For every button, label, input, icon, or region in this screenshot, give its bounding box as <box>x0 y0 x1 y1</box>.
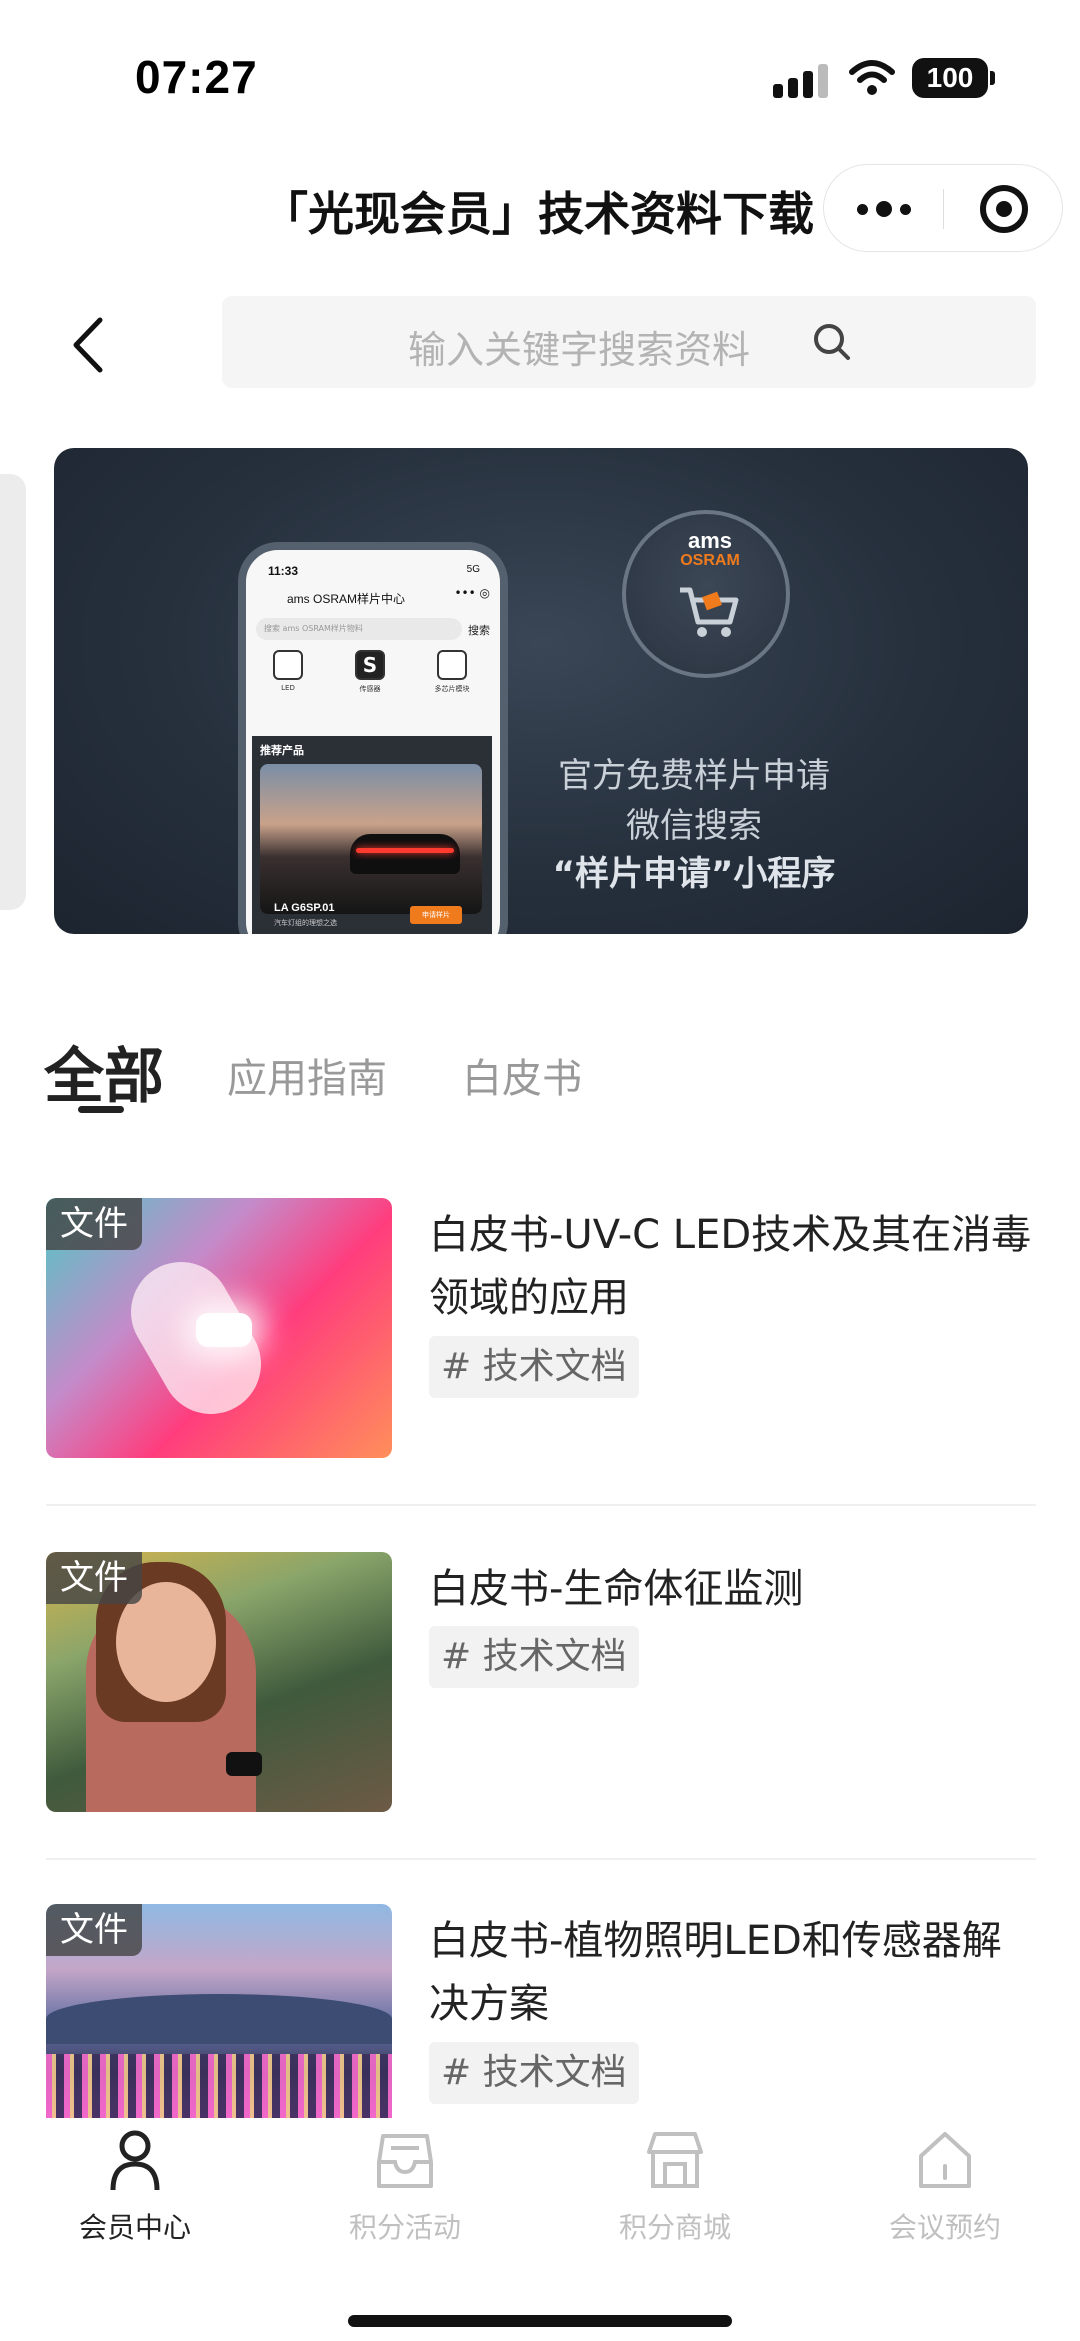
store-icon <box>647 2132 703 2188</box>
led-category: LED <box>260 650 316 694</box>
side-drawer-handle[interactable] <box>0 474 26 910</box>
mini-program-capsule <box>823 164 1063 252</box>
recommended-product-card: 推荐产品 LA G6SP.01 汽车灯组的理想之选 申请样片 <box>252 736 492 934</box>
logo-ams: ams <box>687 528 733 553</box>
item-tag: # 技术文档 <box>429 2042 639 2104</box>
sensor-label: 传感器 <box>359 685 381 693</box>
phone-capsule-icon: ••• ◎ <box>454 586 490 600</box>
category-tabs: 全部 应用指南 白皮书 <box>44 1028 1044 1128</box>
ams-osram-logo: ams OSRAM <box>622 510 790 678</box>
page-title: 「光现会员」技术资料下载 <box>262 187 814 241</box>
cellular-signal-icon <box>773 62 829 98</box>
phone-title: ams OSRAM样片中心 <box>286 592 405 606</box>
more-dot-icon <box>875 201 892 217</box>
search-input[interactable]: 输入关键字搜索资料 <box>222 296 1036 388</box>
close-mini-program-button[interactable] <box>944 165 1063 253</box>
title-bar: 「光现会员」技术资料下载 <box>0 150 1080 270</box>
status-bar: 07:27 100 <box>0 0 1080 150</box>
battery-tip <box>990 71 995 85</box>
banner-line-3: “样片申请”小程序 <box>552 854 836 894</box>
led-icon <box>273 650 303 680</box>
phone-search-button: 搜索 <box>468 624 490 637</box>
nav-points-activity[interactable]: 积分活动 <box>270 2124 540 2254</box>
phone-status: 5G <box>466 564 480 575</box>
car-image: LA G6SP.01 汽车灯组的理想之选 申请样片 <box>260 764 482 927</box>
battery-icon: 100 <box>912 58 988 98</box>
inbox-icon <box>377 2134 433 2188</box>
product-sub: 汽车灯组的理想之选 <box>274 919 337 927</box>
target-icon <box>979 185 1028 233</box>
status-time: 07:27 <box>135 51 258 103</box>
banner-line-2: 微信搜索 <box>626 806 762 846</box>
file-badge: 文件 <box>46 1198 142 1250</box>
nav-label: 积分商城 <box>618 2211 731 2244</box>
sensor-category: S 传感器 <box>342 650 398 694</box>
bottom-nav: 会员中心 积分活动 积分商城 会议预约 <box>0 2118 1080 2341</box>
list-divider <box>46 1504 1036 1506</box>
phone-mockup: 11:33 5G ams OSRAM样片中心 ••• ◎ 搜索 ams OSRA… <box>238 542 508 934</box>
led-label: LED <box>281 684 295 692</box>
apply-sample-button: 申请样片 <box>410 906 462 924</box>
uv-led-glow <box>196 1313 252 1347</box>
file-badge: 文件 <box>46 1552 142 1604</box>
item-tag: # 技术文档 <box>429 1626 639 1688</box>
item-thumbnail: 文件 <box>46 1198 392 1458</box>
more-dot-icon <box>899 203 911 215</box>
file-badge: 文件 <box>46 1904 142 1956</box>
multichip-category: 多芯片模块 <box>424 650 480 694</box>
active-tab-indicator <box>78 1106 124 1113</box>
item-title: 白皮书-植物照明LED和传感器解决方案 <box>429 1918 1002 2027</box>
item-tag: # 技术文档 <box>429 1336 639 1398</box>
wifi-icon <box>849 60 895 95</box>
item-title: 白皮书-生命体征监测 <box>429 1566 804 1612</box>
home-icon <box>919 2132 971 2188</box>
back-button[interactable] <box>60 310 120 380</box>
smartwatch-shape <box>226 1752 262 1776</box>
list-divider <box>46 1858 1036 1860</box>
person-icon <box>110 2130 160 2191</box>
tab-all[interactable]: 全部 <box>44 1028 164 1115</box>
home-indicator[interactable] <box>348 2315 732 2327</box>
logo-osram: OSRAM <box>680 552 740 569</box>
car-taillight <box>356 848 454 853</box>
nav-label: 积分活动 <box>348 2211 461 2244</box>
gears-icon <box>437 650 467 680</box>
item-thumbnail: 文件 <box>46 1552 392 1812</box>
product-name: LA G6SP.01 <box>274 902 335 914</box>
shopping-cart-icon <box>680 587 739 637</box>
banner-line-1: 官方免费样片申请 <box>558 756 830 796</box>
sensor-icon: S <box>355 650 385 680</box>
hills-shape <box>46 1994 392 2044</box>
more-options-button[interactable] <box>824 165 943 253</box>
phone-card-title: 推荐产品 <box>260 744 304 757</box>
nav-points-mall[interactable]: 积分商城 <box>540 2124 810 2254</box>
search-placeholder: 输入关键字搜索资料 <box>408 328 751 372</box>
car-silhouette <box>350 834 460 874</box>
phone-category-icons: LED S 传感器 多芯片模块 <box>260 650 480 694</box>
search-icon[interactable] <box>810 320 854 364</box>
phone-search: 搜索 ams OSRAM样片物料 <box>256 618 462 640</box>
tab-application-guide[interactable]: 应用指南 <box>227 1046 387 1104</box>
nav-label: 会员中心 <box>78 2211 191 2244</box>
nav-meeting-booking[interactable]: 会议预约 <box>810 2124 1080 2254</box>
nav-member-center[interactable]: 会员中心 <box>0 2124 270 2254</box>
phone-time: 11:33 <box>268 564 299 578</box>
multichip-label: 多芯片模块 <box>434 685 470 693</box>
promo-banner[interactable]: 11:33 5G ams OSRAM样片中心 ••• ◎ 搜索 ams OSRA… <box>54 448 1028 934</box>
more-dot-icon <box>856 203 868 215</box>
item-title: 白皮书-UV-C LED技术及其在消毒领域的应用 <box>429 1212 1032 1321</box>
tab-white-paper[interactable]: 白皮书 <box>462 1046 582 1104</box>
nav-label: 会议预约 <box>888 2211 1001 2244</box>
